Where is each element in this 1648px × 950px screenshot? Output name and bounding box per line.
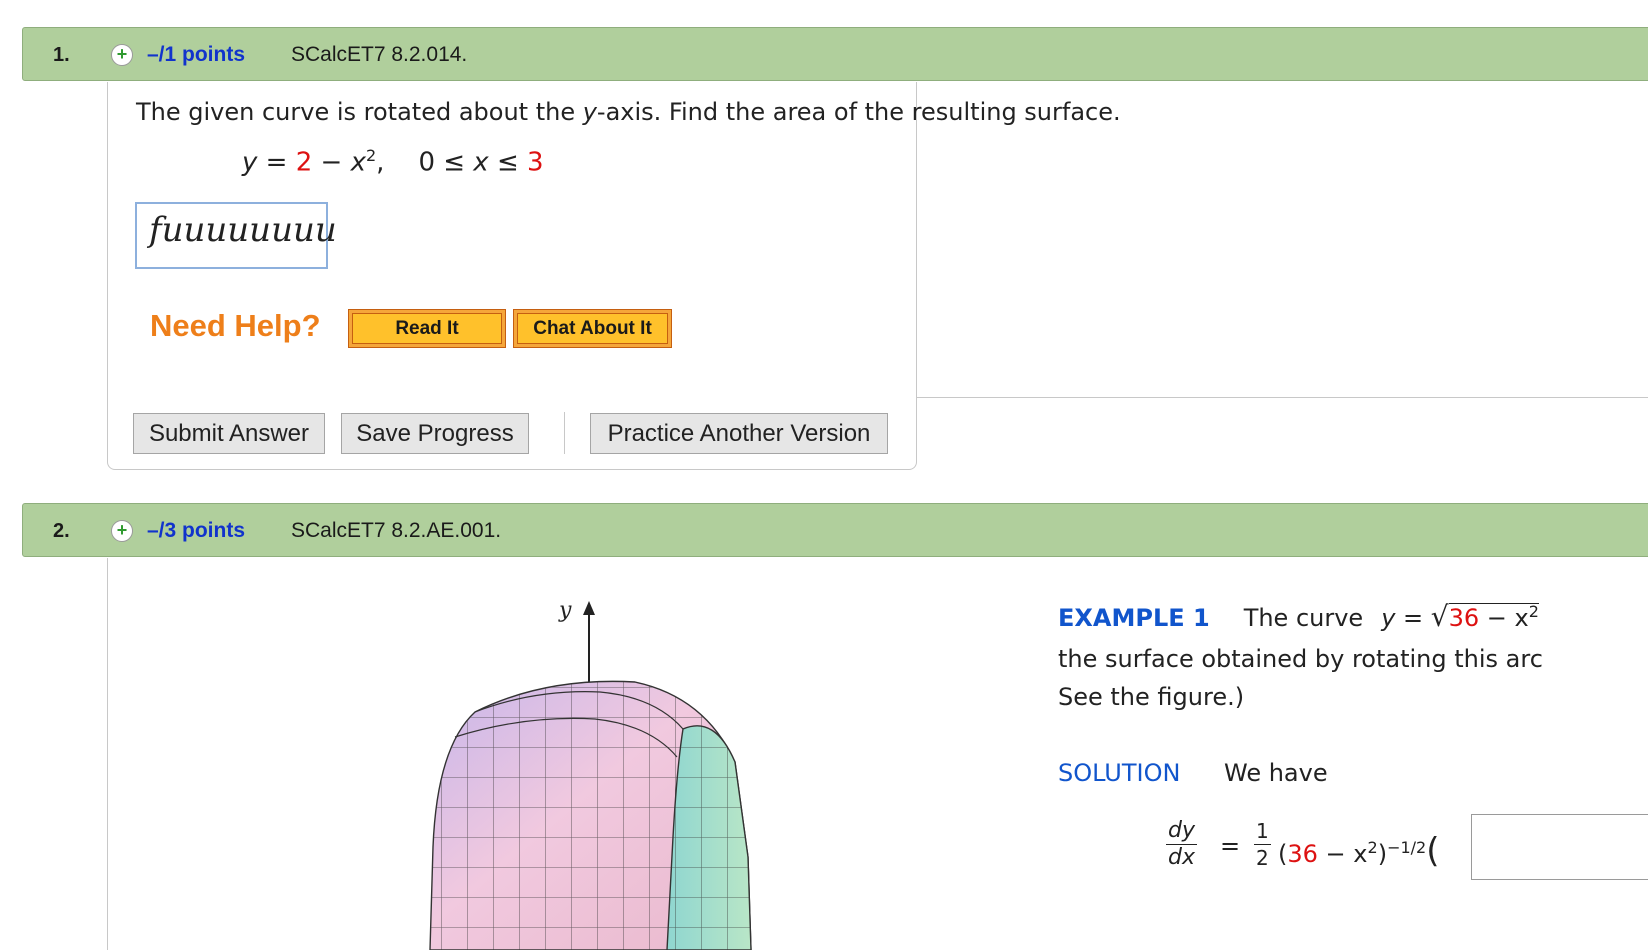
expand-plus-icon[interactable]: + <box>111 520 133 542</box>
question-text: The given curve is rotated about the y-a… <box>136 98 1121 126</box>
question-number: 1. <box>53 44 70 66</box>
solution-label: SOLUTION <box>1058 759 1181 787</box>
half-fraction: 1 2 <box>1254 819 1271 870</box>
button-separator <box>564 412 565 454</box>
chat-about-it-label: Chat About It <box>517 313 668 344</box>
submit-answer-button[interactable]: Submit Answer <box>133 413 325 454</box>
question-reference: SCalcET7 8.2.014. <box>291 43 468 66</box>
example-title: EXAMPLE 1 <box>1058 604 1210 632</box>
expand-plus-icon[interactable]: + <box>111 44 133 66</box>
practice-another-version-button[interactable]: Practice Another Version <box>590 413 888 454</box>
read-it-label: Read It <box>352 313 502 344</box>
need-help-label: Need Help? <box>150 308 321 343</box>
derivative-expression: (36 − x2)−1/2( <box>1278 831 1440 871</box>
we-have-text: We have <box>1224 759 1328 787</box>
read-it-button[interactable]: Read It <box>348 309 506 348</box>
question-1-body <box>107 82 917 470</box>
question-1-header: 1. + –/1 points SCalcET7 8.2.014. <box>22 27 1648 81</box>
example-line-3: See the figure.) <box>1058 683 1245 711</box>
surface-of-revolution-figure: y <box>429 598 752 950</box>
derivative-answer-input[interactable] <box>1471 814 1648 880</box>
points-link[interactable]: –/1 points <box>147 43 245 67</box>
chat-about-it-button[interactable]: Chat About It <box>513 309 672 348</box>
divider <box>916 397 1648 398</box>
equals-sign: = <box>1220 832 1241 860</box>
answer-input[interactable]: fuuuuuuuu <box>135 202 337 269</box>
question-2-header: 2. + –/3 points SCalcET7 8.2.AE.001. <box>22 503 1648 557</box>
example-line-2: the surface obtained by rotating this ar… <box>1058 645 1543 673</box>
save-progress-button[interactable]: Save Progress <box>341 413 529 454</box>
question-reference: SCalcET7 8.2.AE.001. <box>291 519 502 542</box>
points-link[interactable]: –/3 points <box>147 519 245 543</box>
example-line-1: EXAMPLE 1 The curve y = √36 − x2 <box>1058 600 1539 633</box>
y-axis-label: y <box>558 598 572 623</box>
question-2-body-border <box>107 558 108 950</box>
dy-dx-fraction: dy dx <box>1166 818 1197 870</box>
curve-formula: y = 2 − x2, 0 ≤ x ≤ 3 <box>242 146 544 178</box>
question-number: 2. <box>53 520 70 542</box>
